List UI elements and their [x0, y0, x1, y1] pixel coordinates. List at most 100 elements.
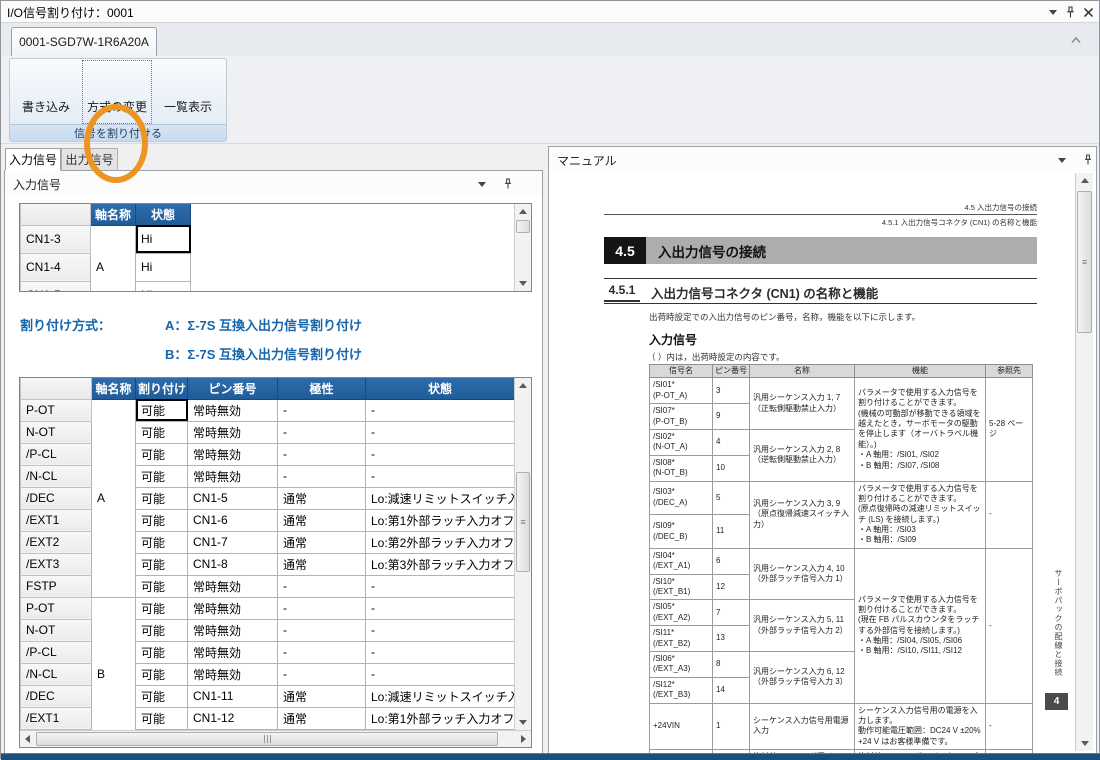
polarity-cell[interactable]: -: [278, 443, 366, 465]
status-cell[interactable]: Hi: [136, 225, 191, 253]
pin-cell[interactable]: 常時無効: [188, 641, 278, 663]
polarity-cell[interactable]: 通常: [278, 707, 366, 729]
signal-row-header[interactable]: /DEC: [21, 487, 92, 509]
scrollbar-thumb[interactable]: [516, 220, 530, 233]
assign-cell[interactable]: 可能: [136, 443, 188, 465]
status-cell[interactable]: Lo:第2外部ラッチ入力オフ: [366, 531, 515, 553]
assign-cell[interactable]: 可能: [136, 553, 188, 575]
scroll-down-arrow[interactable]: [515, 276, 531, 291]
vertical-scrollbar[interactable]: ≡: [514, 378, 531, 730]
pin-cell[interactable]: CN1-5: [188, 487, 278, 509]
status-cell[interactable]: -: [366, 399, 515, 421]
pin-cell[interactable]: 常時無効: [188, 575, 278, 597]
scroll-left-arrow[interactable]: [20, 731, 35, 747]
assign-cell[interactable]: 可能: [136, 619, 188, 641]
list-view-button[interactable]: 一覧表示: [153, 60, 223, 124]
assign-cell[interactable]: 可能: [136, 487, 188, 509]
vertical-scrollbar[interactable]: ≡: [1075, 173, 1093, 751]
signal-row-header[interactable]: /EXT2: [21, 531, 92, 553]
panel-menu-icon[interactable]: [475, 177, 489, 191]
status-cell[interactable]: Lo:減速リミットスイッチ入力: [366, 685, 515, 707]
signal-row-header[interactable]: /EXT1: [21, 707, 92, 729]
signal-row-header[interactable]: /N-CL: [21, 663, 92, 685]
scrollbar-thumb[interactable]: ≡: [1077, 191, 1092, 333]
signal-row-header[interactable]: /EXT3: [21, 553, 92, 575]
polarity-cell[interactable]: -: [278, 641, 366, 663]
assign-cell[interactable]: 可能: [136, 421, 188, 443]
scroll-up-arrow[interactable]: [1076, 173, 1093, 188]
pin-cell[interactable]: CN1-7: [188, 531, 278, 553]
scrollbar-thumb[interactable]: ≡: [516, 472, 530, 572]
pin-cell[interactable]: 常時無効: [188, 421, 278, 443]
polarity-cell[interactable]: -: [278, 663, 366, 685]
pin-icon[interactable]: [501, 177, 515, 191]
polarity-cell[interactable]: -: [278, 465, 366, 487]
pin-cell[interactable]: 常時無効: [188, 619, 278, 641]
pin-row-header[interactable]: CN1-3: [21, 225, 91, 253]
axis-cell[interactable]: B: [92, 597, 136, 730]
signal-row-header[interactable]: /N-CL: [21, 465, 92, 487]
tab-input-signals[interactable]: 入力信号: [5, 148, 61, 171]
pin-cell[interactable]: CN1-12: [188, 707, 278, 729]
polarity-cell[interactable]: -: [278, 421, 366, 443]
write-button[interactable]: 書き込み: [11, 60, 81, 124]
assign-cell[interactable]: 可能: [136, 509, 188, 531]
status-cell[interactable]: -: [366, 619, 515, 641]
status-cell[interactable]: Lo:第1外部ラッチ入力オフ: [366, 509, 515, 531]
pin-cell[interactable]: 常時無効: [188, 663, 278, 685]
scroll-up-arrow[interactable]: [515, 378, 531, 393]
polarity-cell[interactable]: 通常: [278, 487, 366, 509]
pin-icon[interactable]: [1062, 5, 1078, 20]
status-cell[interactable]: Lo:第3外部ラッチ入力オフ: [366, 553, 515, 575]
assign-cell[interactable]: 可能: [136, 663, 188, 685]
assign-cell[interactable]: 可能: [136, 531, 188, 553]
signal-row-header[interactable]: P-OT: [21, 597, 92, 619]
polarity-cell[interactable]: 通常: [278, 509, 366, 531]
scrollbar-thumb[interactable]: [36, 732, 498, 746]
assign-cell[interactable]: 可能: [136, 465, 188, 487]
signal-row-header[interactable]: /P-CL: [21, 641, 92, 663]
scroll-right-arrow[interactable]: [516, 731, 531, 747]
status-cell[interactable]: -: [366, 641, 515, 663]
scroll-down-arrow[interactable]: [1076, 736, 1093, 751]
pin-cell[interactable]: 常時無効: [188, 399, 278, 421]
polarity-cell[interactable]: -: [278, 619, 366, 641]
signal-row-header[interactable]: /EXT1: [21, 509, 92, 531]
scroll-down-arrow[interactable]: [515, 715, 531, 730]
pin-row-header[interactable]: CN1-4: [21, 253, 91, 281]
signal-row-header[interactable]: /P-CL: [21, 443, 92, 465]
signal-row-header[interactable]: N-OT: [21, 619, 92, 641]
polarity-cell[interactable]: 通常: [278, 531, 366, 553]
assign-cell[interactable]: 可能: [136, 685, 188, 707]
pin-row-header[interactable]: CN1-5: [21, 281, 91, 292]
assign-cell[interactable]: 可能: [136, 575, 188, 597]
pin-cell[interactable]: CN1-11: [188, 685, 278, 707]
close-icon[interactable]: [1080, 5, 1096, 20]
document-tab[interactable]: 0001-SGD7W-1R6A20A: [11, 27, 157, 56]
status-cell[interactable]: Hi: [136, 253, 191, 281]
polarity-cell[interactable]: -: [278, 399, 366, 421]
polarity-cell[interactable]: 通常: [278, 685, 366, 707]
signal-row-header[interactable]: FSTP: [21, 575, 92, 597]
pin-icon[interactable]: [1081, 153, 1095, 167]
polarity-cell[interactable]: -: [278, 575, 366, 597]
axis-cell[interactable]: A: [91, 225, 136, 292]
status-cell[interactable]: -: [366, 597, 515, 619]
polarity-cell[interactable]: -: [278, 597, 366, 619]
assign-cell[interactable]: 可能: [136, 399, 188, 421]
assign-cell[interactable]: 可能: [136, 707, 188, 729]
pin-cell[interactable]: 常時無効: [188, 443, 278, 465]
horizontal-scrollbar[interactable]: [20, 730, 531, 747]
status-cell[interactable]: -: [366, 575, 515, 597]
pin-cell[interactable]: CN1-6: [188, 509, 278, 531]
pin-cell[interactable]: 常時無効: [188, 597, 278, 619]
status-cell[interactable]: Lo:減速リミットスイッチ入力: [366, 487, 515, 509]
assign-cell[interactable]: 可能: [136, 597, 188, 619]
signal-row-header[interactable]: P-OT: [21, 399, 92, 421]
pin-cell[interactable]: 常時無効: [188, 465, 278, 487]
signal-row-header[interactable]: N-OT: [21, 421, 92, 443]
window-menu-icon[interactable]: [1045, 5, 1061, 20]
signal-row-header[interactable]: /DEC: [21, 685, 92, 707]
collapse-ribbon-icon[interactable]: [1067, 32, 1085, 48]
polarity-cell[interactable]: 通常: [278, 553, 366, 575]
